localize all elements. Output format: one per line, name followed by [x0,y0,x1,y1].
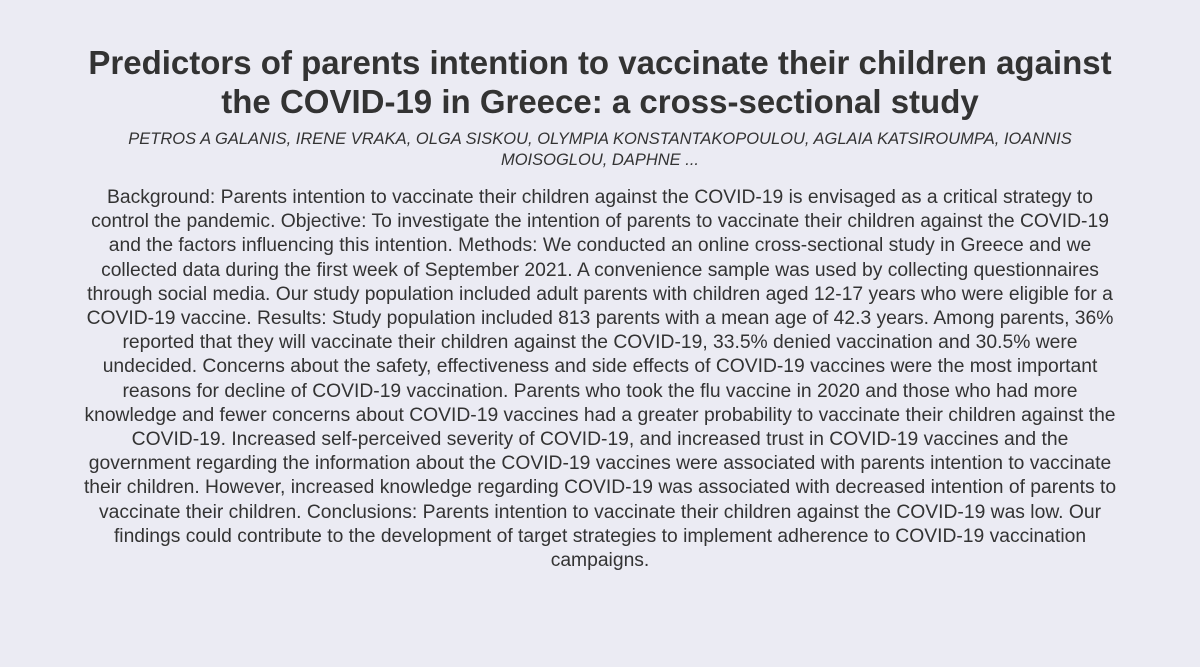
paper-authors: PETROS A GALANIS, IRENE VRAKA, OLGA SISK… [128,130,1072,169]
paper-abstract: Background: Parents intention to vaccina… [83,187,1117,572]
paper-title: Predictors of parents intention to vacci… [88,44,1112,120]
paper-card: Predictors of parents intention to vacci… [0,0,1200,667]
